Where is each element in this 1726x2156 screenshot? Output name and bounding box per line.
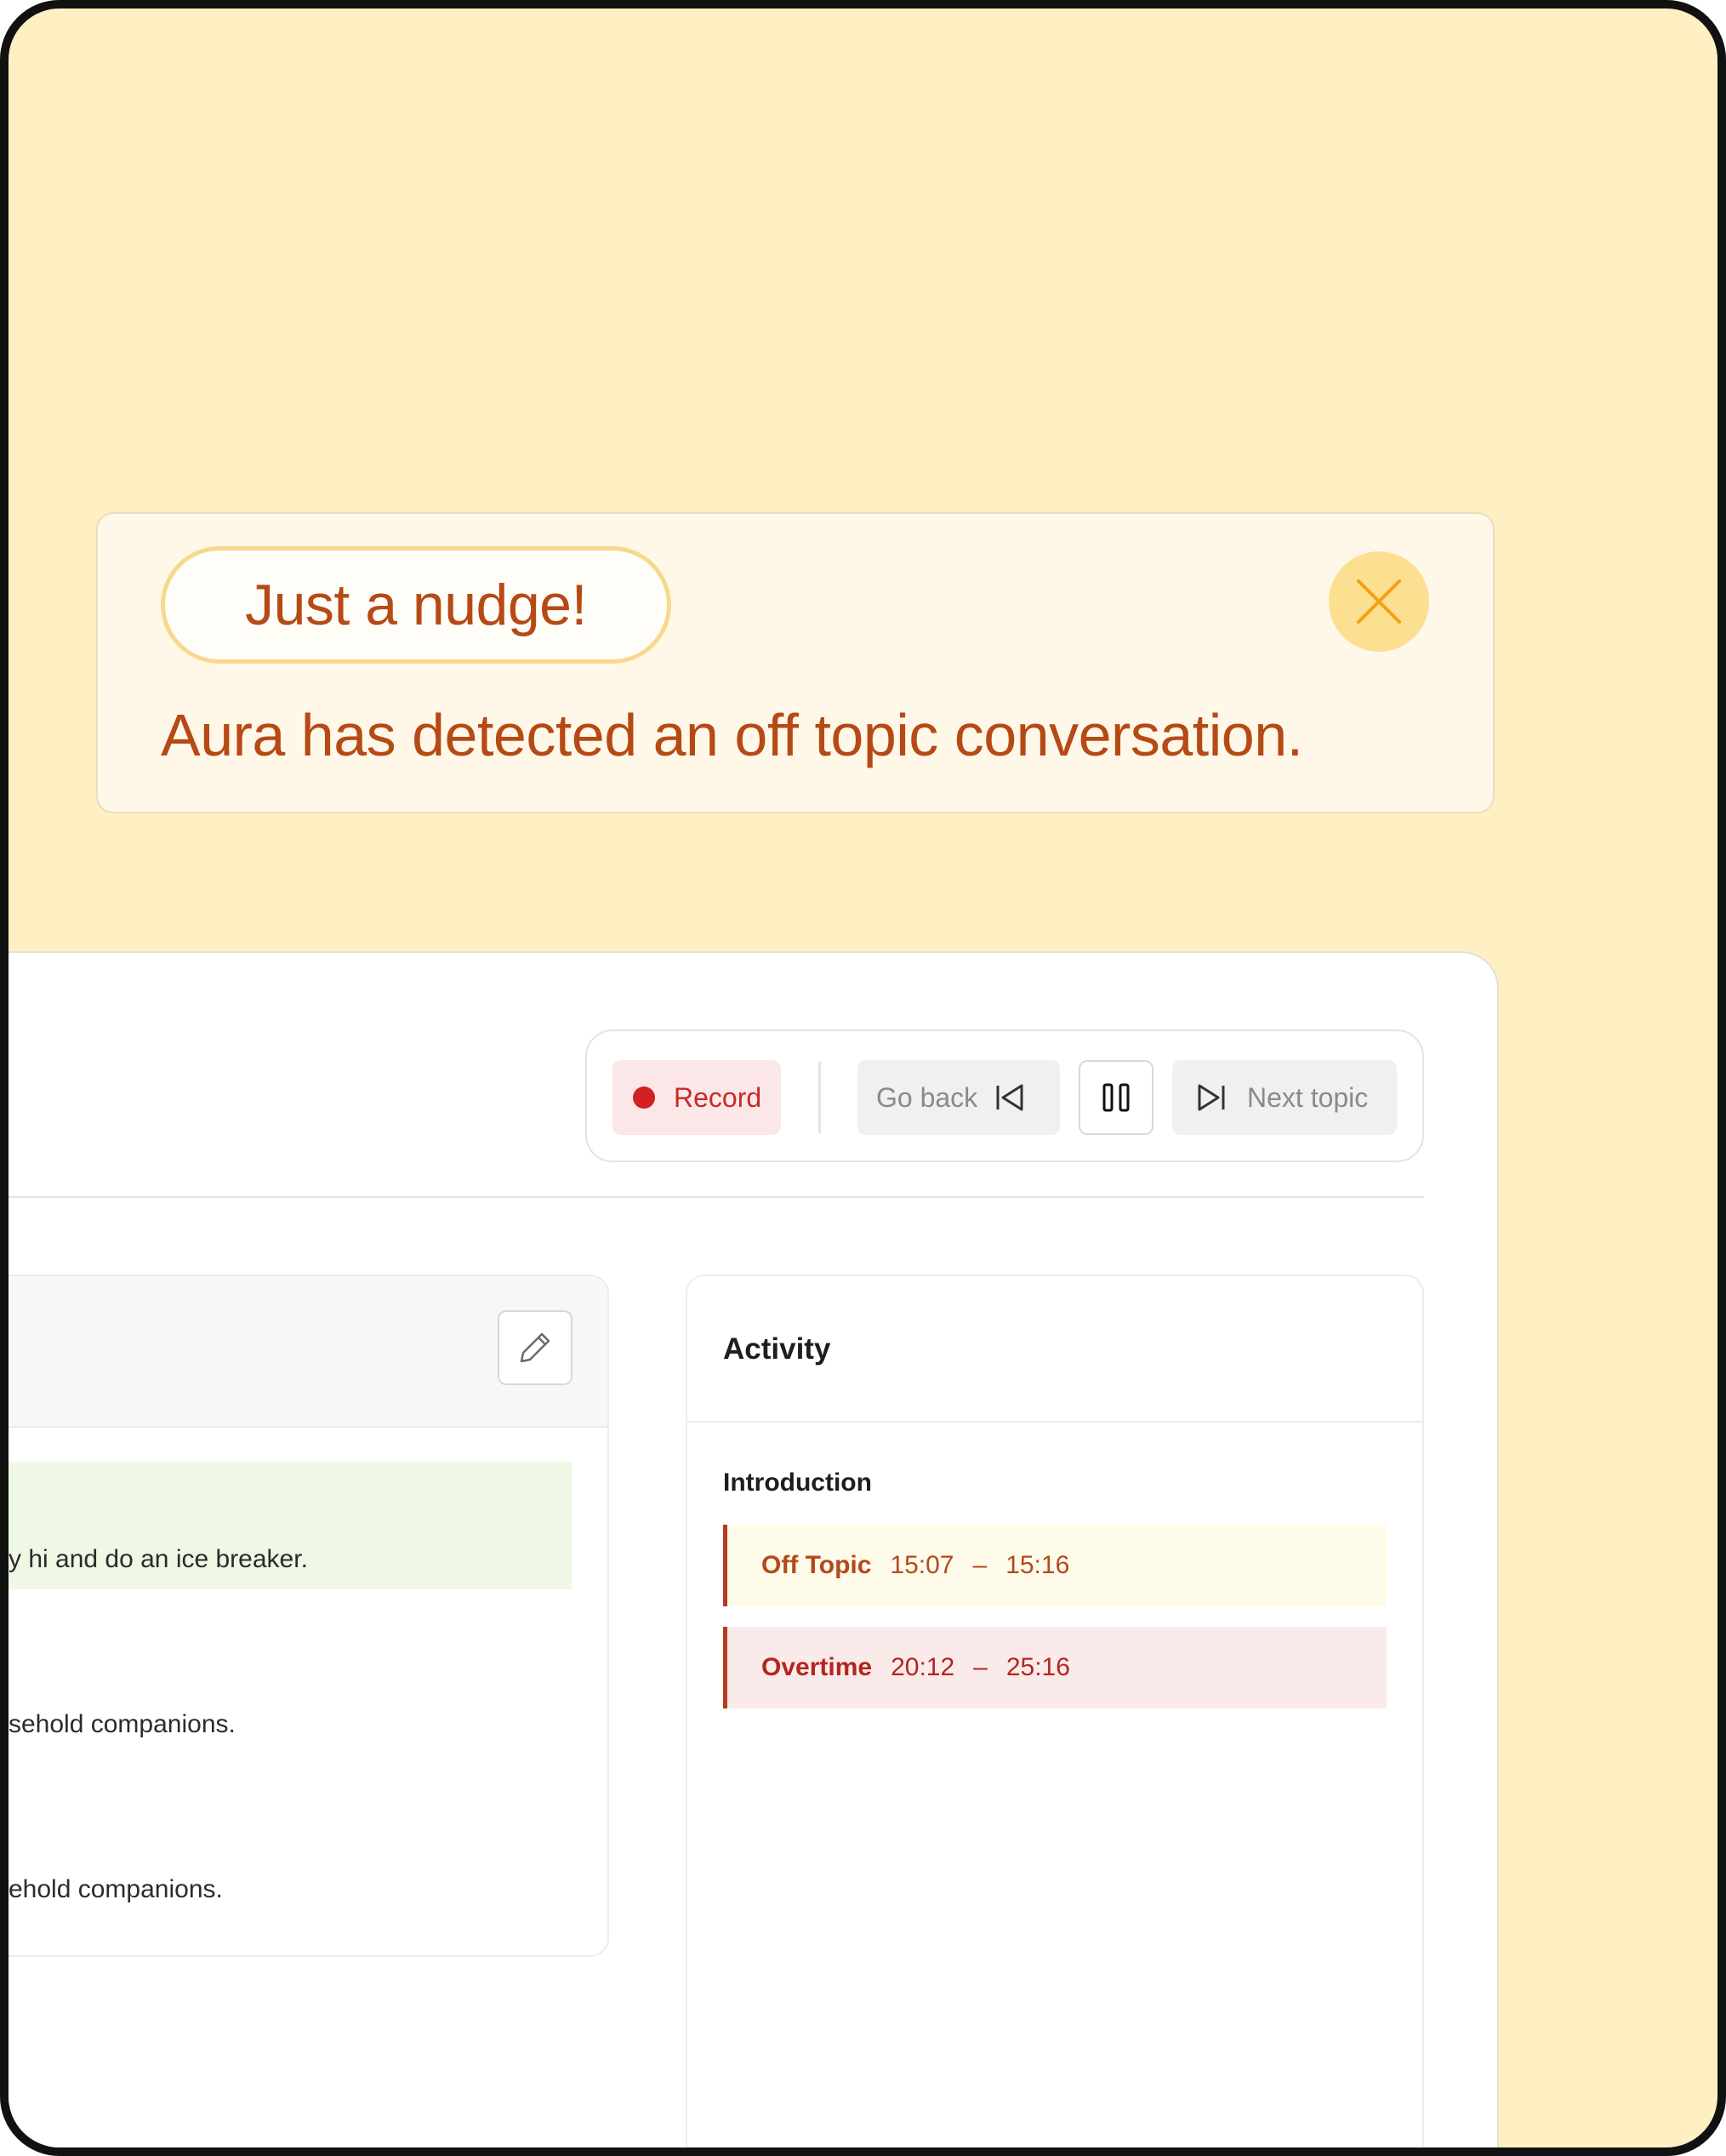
edit-button[interactable] [498, 1310, 572, 1385]
record-button[interactable]: Record [612, 1060, 781, 1135]
entry-end: 15:16 [1005, 1551, 1070, 1579]
entry-label: Off Topic [761, 1551, 872, 1579]
activity-entry-overtime[interactable]: Overtime 20:12 – 25:16 [723, 1627, 1387, 1708]
activity-title: Activity [723, 1332, 831, 1366]
entry-separator: – [972, 1551, 988, 1579]
entry-start: 20:12 [891, 1653, 955, 1681]
entry-end: 25:16 [1005, 1653, 1070, 1681]
nudge-badge: Just a nudge! [161, 546, 671, 664]
entry-label: Overtime [761, 1653, 873, 1681]
section-title: Introduction [723, 1469, 872, 1497]
activity-divider [687, 1421, 1422, 1423]
skip-forward-icon [1198, 1084, 1225, 1111]
agenda-row-text: ehold companions. [9, 1875, 223, 1903]
activity-entry-off-topic[interactable]: Off Topic 15:07 – 15:16 [723, 1525, 1387, 1606]
nudge-message: Aura has detected an off topic conversat… [161, 702, 1303, 768]
activity-panel [686, 1275, 1424, 2147]
next-topic-label: Next topic [1247, 1081, 1369, 1113]
app-frame: Just a nudge! Aura has detected an off t… [0, 0, 1726, 2156]
agenda-row-text: sehold companions. [9, 1710, 236, 1738]
close-button[interactable] [1329, 551, 1429, 652]
nudge-banner: Just a nudge! Aura has detected an off t… [96, 512, 1495, 813]
skip-back-icon [996, 1084, 1023, 1111]
record-label: Record [674, 1081, 762, 1113]
control-divider [818, 1062, 821, 1133]
close-icon [1357, 579, 1401, 624]
entry-separator: – [973, 1653, 988, 1681]
record-dot-icon [633, 1087, 655, 1109]
go-back-button[interactable]: Go back [857, 1060, 1060, 1135]
header-divider [9, 1196, 1424, 1198]
entry-start: 15:07 [890, 1551, 954, 1579]
agenda-row-text: y hi and do an ice breaker. [9, 1545, 308, 1573]
pause-button[interactable] [1079, 1060, 1154, 1135]
pause-icon [1102, 1083, 1130, 1112]
next-topic-button[interactable]: Next topic [1172, 1060, 1397, 1135]
pencil-icon [520, 1332, 550, 1363]
go-back-label: Go back [876, 1081, 978, 1113]
